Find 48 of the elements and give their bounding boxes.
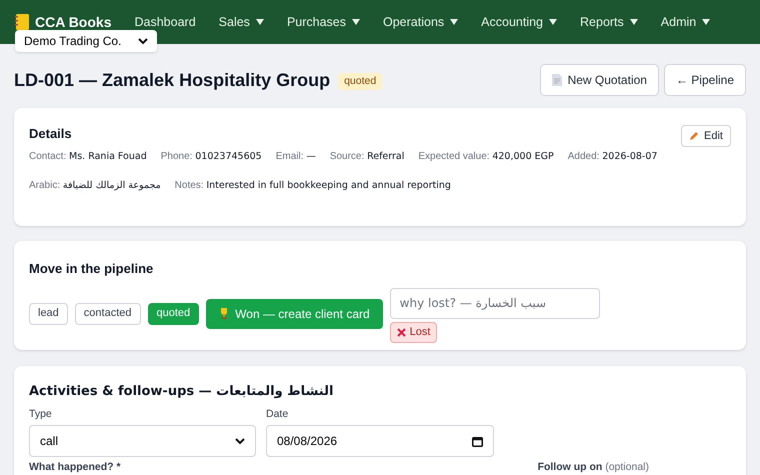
card-heading: Details [29, 125, 72, 143]
chevron-icon [138, 38, 148, 44]
calendar-icon [472, 436, 483, 447]
nav-menu-item[interactable]: Accounting [481, 12, 558, 32]
new-quotation-button[interactable]: New Quotation [540, 64, 659, 96]
pipeline-back-button[interactable]: ← Pipeline [664, 64, 746, 96]
nav-menu-item[interactable]: Sales [218, 12, 264, 32]
field-label: What happened? * [29, 460, 121, 475]
pencil-icon [689, 131, 700, 141]
nav-menu-item[interactable]: Dashboard [134, 12, 196, 32]
trophy-icon [219, 308, 230, 319]
nav-menu-item[interactable]: Operations [383, 12, 458, 32]
field-label: Date [266, 406, 290, 422]
detail-field: Email: — [276, 149, 316, 164]
stage-button[interactable]: contacted [74, 302, 140, 324]
date-field[interactable]: 08/08/2026 [266, 425, 494, 458]
lost-button[interactable]: Lost [390, 322, 438, 342]
edit-button[interactable]: Edit [681, 125, 731, 147]
app-logo[interactable]: CCA Books [35, 12, 112, 32]
card-heading: Activities & follow-ups — النشاط والمتابعات [29, 383, 334, 401]
caret-icon [630, 19, 638, 25]
detail-field: Contact: Ms. Rania Fouad [29, 149, 147, 164]
caret-icon [256, 19, 264, 25]
caret-icon [352, 19, 360, 25]
caret-icon [549, 19, 558, 25]
status-badge: quoted [338, 72, 382, 90]
detail-field: Expected value: 420,000 EGP [418, 149, 554, 164]
caret-icon [702, 19, 710, 25]
caret-icon [450, 19, 458, 25]
detail-field: Phone: 01023745605 [160, 149, 262, 164]
stage-button[interactable]: lead [29, 302, 68, 324]
page-title: LD-001 — Zamalek Hospitality Group [14, 68, 330, 92]
type-select[interactable]: call [29, 425, 256, 458]
chevron-icon [235, 438, 245, 445]
nav-menu-item[interactable]: Reports [580, 12, 638, 32]
notebook-icon [15, 14, 29, 30]
detail-field: Source: Referral [330, 149, 404, 164]
company-select[interactable]: Demo Trading Co. [15, 30, 157, 52]
card-heading: Move in the pipeline [29, 260, 154, 278]
nav-menu-item[interactable]: Admin [660, 12, 710, 32]
detail-field: Notes: Interested in full bookkeeping and annual reporting [174, 178, 451, 194]
document-icon [552, 74, 562, 86]
detail-field: Added: 2026-08-07 [568, 149, 658, 164]
nav-menu-item[interactable]: Purchases [286, 12, 360, 32]
field-label: Follow up on (optional) [538, 460, 649, 475]
lost-reason-field[interactable]: why lost? — سبب الخسارة [390, 288, 600, 318]
close-icon [396, 328, 406, 336]
field-label: Type [29, 406, 53, 422]
